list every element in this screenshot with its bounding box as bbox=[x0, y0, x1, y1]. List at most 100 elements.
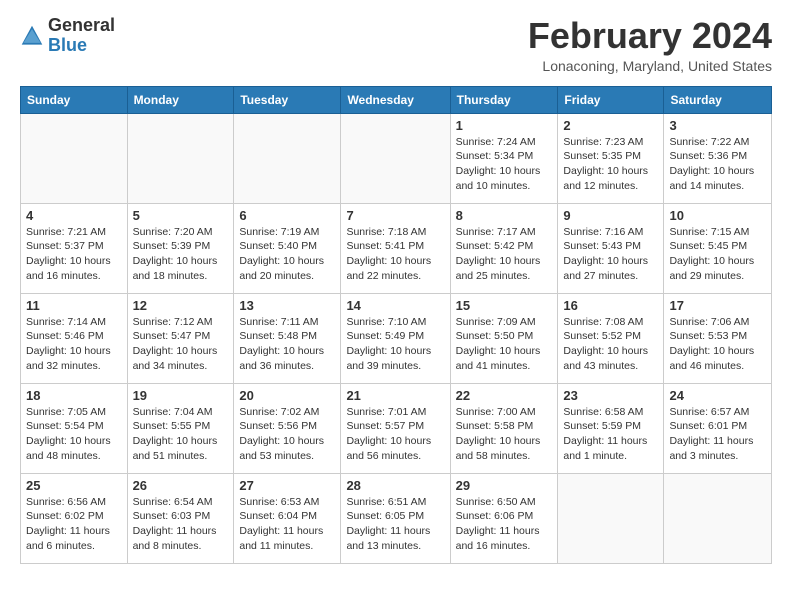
calendar-cell bbox=[234, 113, 341, 203]
day-info: Sunrise: 7:19 AM Sunset: 5:40 PM Dayligh… bbox=[239, 225, 335, 284]
calendar-cell: 10 Sunrise: 7:15 AM Sunset: 5:45 PM Dayli… bbox=[664, 203, 772, 293]
calendar-cell: 2 Sunrise: 7:23 AM Sunset: 5:35 PM Daylig… bbox=[558, 113, 664, 203]
week-row: 18 Sunrise: 7:05 AM Sunset: 5:54 PM Dayli… bbox=[21, 383, 772, 473]
calendar-cell: 11 Sunrise: 7:14 AM Sunset: 5:46 PM Dayli… bbox=[21, 293, 128, 383]
col-header-tuesday: Tuesday bbox=[234, 86, 341, 113]
day-number: 27 bbox=[239, 478, 335, 493]
day-info: Sunrise: 6:54 AM Sunset: 6:03 PM Dayligh… bbox=[133, 495, 229, 554]
calendar-cell bbox=[664, 473, 772, 563]
calendar-cell bbox=[21, 113, 128, 203]
day-number: 4 bbox=[26, 208, 122, 223]
day-number: 25 bbox=[26, 478, 122, 493]
day-info: Sunrise: 7:12 AM Sunset: 5:47 PM Dayligh… bbox=[133, 315, 229, 374]
day-info: Sunrise: 7:04 AM Sunset: 5:55 PM Dayligh… bbox=[133, 405, 229, 464]
day-info: Sunrise: 7:10 AM Sunset: 5:49 PM Dayligh… bbox=[346, 315, 444, 374]
day-number: 22 bbox=[456, 388, 553, 403]
day-number: 16 bbox=[563, 298, 658, 313]
day-info: Sunrise: 7:08 AM Sunset: 5:52 PM Dayligh… bbox=[563, 315, 658, 374]
calendar-cell bbox=[558, 473, 664, 563]
day-info: Sunrise: 6:51 AM Sunset: 6:05 PM Dayligh… bbox=[346, 495, 444, 554]
day-number: 2 bbox=[563, 118, 658, 133]
location: Lonaconing, Maryland, United States bbox=[528, 58, 772, 74]
day-info: Sunrise: 7:17 AM Sunset: 5:42 PM Dayligh… bbox=[456, 225, 553, 284]
day-number: 13 bbox=[239, 298, 335, 313]
day-number: 28 bbox=[346, 478, 444, 493]
day-number: 9 bbox=[563, 208, 658, 223]
calendar-cell: 7 Sunrise: 7:18 AM Sunset: 5:41 PM Daylig… bbox=[341, 203, 450, 293]
day-number: 8 bbox=[456, 208, 553, 223]
day-info: Sunrise: 7:23 AM Sunset: 5:35 PM Dayligh… bbox=[563, 135, 658, 194]
col-header-thursday: Thursday bbox=[450, 86, 558, 113]
day-number: 21 bbox=[346, 388, 444, 403]
day-number: 23 bbox=[563, 388, 658, 403]
week-row: 11 Sunrise: 7:14 AM Sunset: 5:46 PM Dayli… bbox=[21, 293, 772, 383]
header: General Blue February 2024 Lonaconing, M… bbox=[20, 16, 772, 74]
calendar-cell: 17 Sunrise: 7:06 AM Sunset: 5:53 PM Dayli… bbox=[664, 293, 772, 383]
calendar-cell: 23 Sunrise: 6:58 AM Sunset: 5:59 PM Dayli… bbox=[558, 383, 664, 473]
calendar: SundayMondayTuesdayWednesdayThursdayFrid… bbox=[20, 86, 772, 564]
day-info: Sunrise: 6:50 AM Sunset: 6:06 PM Dayligh… bbox=[456, 495, 553, 554]
logo: General Blue bbox=[20, 16, 115, 56]
calendar-cell: 26Sunrise: 6:54 AM Sunset: 6:03 PM Dayli… bbox=[127, 473, 234, 563]
day-number: 18 bbox=[26, 388, 122, 403]
day-info: Sunrise: 6:56 AM Sunset: 6:02 PM Dayligh… bbox=[26, 495, 122, 554]
day-info: Sunrise: 7:09 AM Sunset: 5:50 PM Dayligh… bbox=[456, 315, 553, 374]
calendar-cell: 5 Sunrise: 7:20 AM Sunset: 5:39 PM Daylig… bbox=[127, 203, 234, 293]
day-number: 10 bbox=[669, 208, 766, 223]
day-info: Sunrise: 7:14 AM Sunset: 5:46 PM Dayligh… bbox=[26, 315, 122, 374]
calendar-cell: 21Sunrise: 7:01 AM Sunset: 5:57 PM Dayli… bbox=[341, 383, 450, 473]
day-info: Sunrise: 7:11 AM Sunset: 5:48 PM Dayligh… bbox=[239, 315, 335, 374]
calendar-cell: 12Sunrise: 7:12 AM Sunset: 5:47 PM Dayli… bbox=[127, 293, 234, 383]
day-info: Sunrise: 7:06 AM Sunset: 5:53 PM Dayligh… bbox=[669, 315, 766, 374]
calendar-cell: 1 Sunrise: 7:24 AM Sunset: 5:34 PM Daylig… bbox=[450, 113, 558, 203]
calendar-cell: 3 Sunrise: 7:22 AM Sunset: 5:36 PM Daylig… bbox=[664, 113, 772, 203]
day-info: Sunrise: 6:58 AM Sunset: 5:59 PM Dayligh… bbox=[563, 405, 658, 464]
calendar-cell: 13 Sunrise: 7:11 AM Sunset: 5:48 PM Dayli… bbox=[234, 293, 341, 383]
day-info: Sunrise: 7:15 AM Sunset: 5:45 PM Dayligh… bbox=[669, 225, 766, 284]
day-info: Sunrise: 7:18 AM Sunset: 5:41 PM Dayligh… bbox=[346, 225, 444, 284]
calendar-cell bbox=[127, 113, 234, 203]
day-info: Sunrise: 6:53 AM Sunset: 6:04 PM Dayligh… bbox=[239, 495, 335, 554]
day-number: 15 bbox=[456, 298, 553, 313]
calendar-cell: 14 Sunrise: 7:10 AM Sunset: 5:49 PM Dayli… bbox=[341, 293, 450, 383]
calendar-cell: 9 Sunrise: 7:16 AM Sunset: 5:43 PM Daylig… bbox=[558, 203, 664, 293]
week-row: 25 Sunrise: 6:56 AM Sunset: 6:02 PM Dayli… bbox=[21, 473, 772, 563]
logo-icon bbox=[20, 24, 44, 48]
day-number: 7 bbox=[346, 208, 444, 223]
day-number: 24 bbox=[669, 388, 766, 403]
day-info: Sunrise: 7:24 AM Sunset: 5:34 PM Dayligh… bbox=[456, 135, 553, 194]
day-info: Sunrise: 7:20 AM Sunset: 5:39 PM Dayligh… bbox=[133, 225, 229, 284]
day-info: Sunrise: 7:00 AM Sunset: 5:58 PM Dayligh… bbox=[456, 405, 553, 464]
calendar-cell: 27 Sunrise: 6:53 AM Sunset: 6:04 PM Dayli… bbox=[234, 473, 341, 563]
calendar-cell: 16 Sunrise: 7:08 AM Sunset: 5:52 PM Dayli… bbox=[558, 293, 664, 383]
day-number: 29 bbox=[456, 478, 553, 493]
calendar-cell: 4Sunrise: 7:21 AM Sunset: 5:37 PM Daylig… bbox=[21, 203, 128, 293]
day-number: 11 bbox=[26, 298, 122, 313]
calendar-cell: 25 Sunrise: 6:56 AM Sunset: 6:02 PM Dayli… bbox=[21, 473, 128, 563]
col-header-sunday: Sunday bbox=[21, 86, 128, 113]
day-number: 3 bbox=[669, 118, 766, 133]
day-number: 17 bbox=[669, 298, 766, 313]
day-number: 5 bbox=[133, 208, 229, 223]
calendar-cell bbox=[341, 113, 450, 203]
day-info: Sunrise: 7:16 AM Sunset: 5:43 PM Dayligh… bbox=[563, 225, 658, 284]
logo-text: General Blue bbox=[48, 16, 115, 56]
calendar-cell: 8 Sunrise: 7:17 AM Sunset: 5:42 PM Daylig… bbox=[450, 203, 558, 293]
col-header-wednesday: Wednesday bbox=[341, 86, 450, 113]
calendar-cell: 6 Sunrise: 7:19 AM Sunset: 5:40 PM Daylig… bbox=[234, 203, 341, 293]
day-info: Sunrise: 7:02 AM Sunset: 5:56 PM Dayligh… bbox=[239, 405, 335, 464]
day-number: 20 bbox=[239, 388, 335, 403]
day-info: Sunrise: 7:22 AM Sunset: 5:36 PM Dayligh… bbox=[669, 135, 766, 194]
calendar-cell: 20 Sunrise: 7:02 AM Sunset: 5:56 PM Dayli… bbox=[234, 383, 341, 473]
calendar-cell: 22 Sunrise: 7:00 AM Sunset: 5:58 PM Dayli… bbox=[450, 383, 558, 473]
week-row: 4Sunrise: 7:21 AM Sunset: 5:37 PM Daylig… bbox=[21, 203, 772, 293]
day-info: Sunrise: 7:05 AM Sunset: 5:54 PM Dayligh… bbox=[26, 405, 122, 464]
col-header-monday: Monday bbox=[127, 86, 234, 113]
col-header-friday: Friday bbox=[558, 86, 664, 113]
header-row: SundayMondayTuesdayWednesdayThursdayFrid… bbox=[21, 86, 772, 113]
calendar-cell: 15 Sunrise: 7:09 AM Sunset: 5:50 PM Dayli… bbox=[450, 293, 558, 383]
calendar-cell: 24Sunrise: 6:57 AM Sunset: 6:01 PM Dayli… bbox=[664, 383, 772, 473]
day-number: 1 bbox=[456, 118, 553, 133]
day-number: 14 bbox=[346, 298, 444, 313]
day-number: 6 bbox=[239, 208, 335, 223]
